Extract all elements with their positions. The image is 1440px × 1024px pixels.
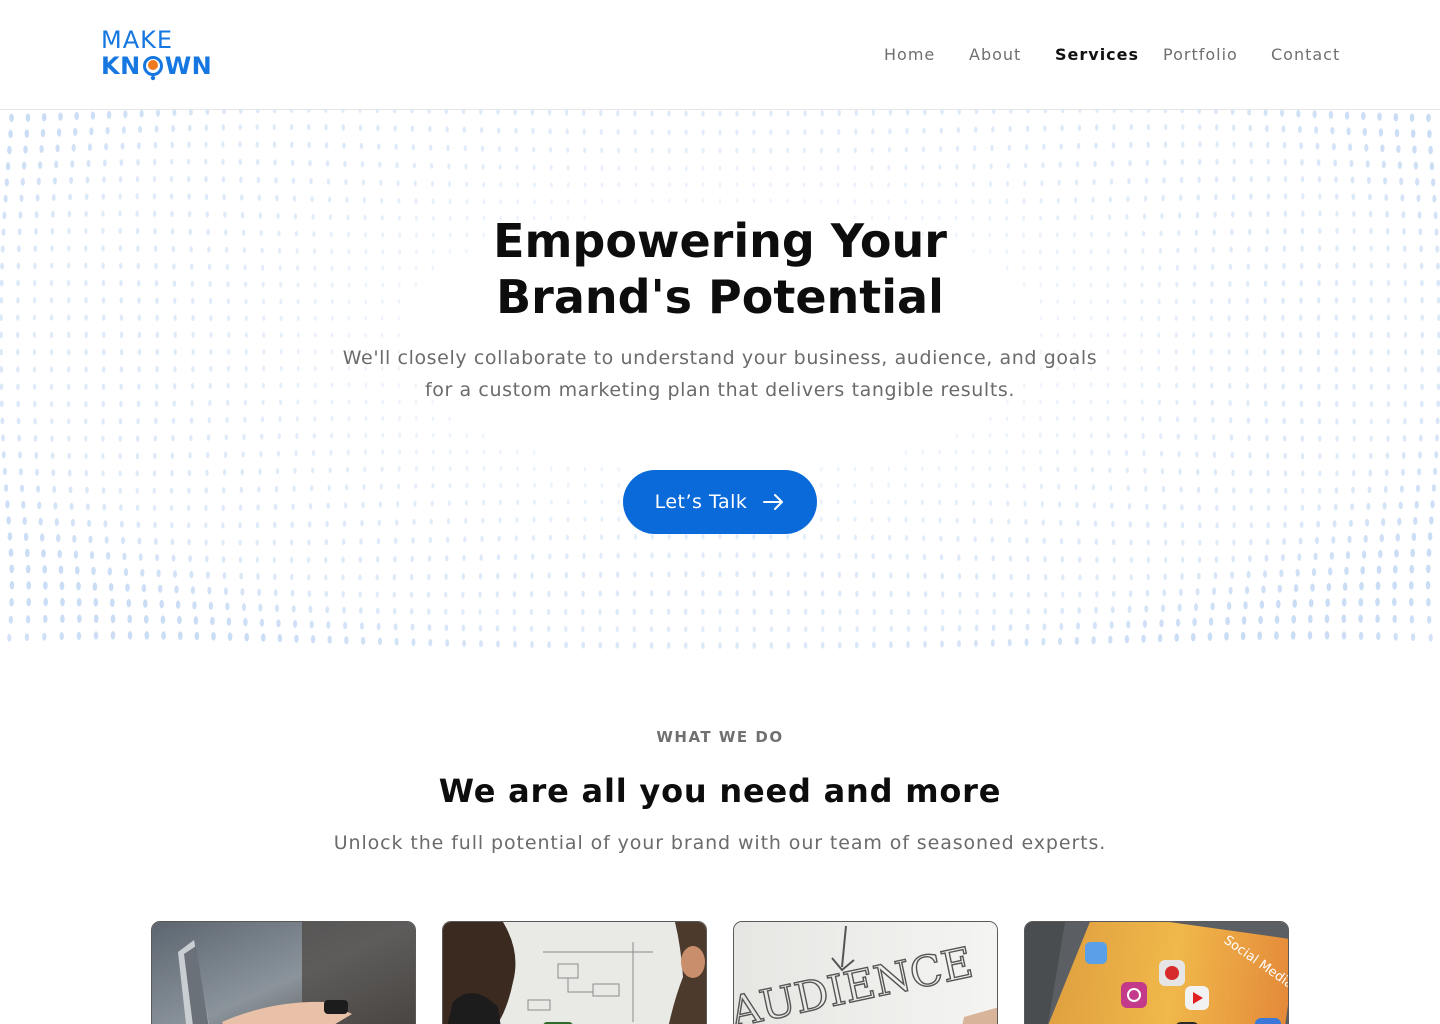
service-card-1[interactable] <box>151 921 416 1024</box>
section-eyebrow: WHAT WE DO <box>656 728 784 746</box>
logo-target-icon <box>142 55 164 81</box>
nav-home[interactable]: Home <box>884 45 935 67</box>
hero-subtitle-line2: for a custom marketing plan that deliver… <box>424 379 1016 401</box>
nav-about[interactable]: About <box>969 45 1021 67</box>
hero-title-line1: Empowering Your <box>493 214 947 268</box>
arrow-right-icon <box>763 494 784 510</box>
brand-logo[interactable]: MAKE KN WN <box>101 28 221 82</box>
section-title: We are all you need and more <box>438 772 1002 810</box>
hero-subtitle-line1: We'll closely collaborate to understand … <box>342 347 1098 369</box>
service-card-2[interactable] <box>442 921 707 1024</box>
nav-contact[interactable]: Contact <box>1271 45 1340 67</box>
service-card-4[interactable]: Social Media <box>1024 921 1289 1024</box>
logo-make-text: MAKE <box>101 26 174 54</box>
laptop-photo <box>152 922 415 1024</box>
nav-portfolio[interactable]: Portfolio <box>1163 45 1238 67</box>
nav-services[interactable]: Services <box>1055 45 1139 67</box>
lets-talk-button[interactable]: Let’s Talk <box>623 470 817 534</box>
logo-known-text: KN WN <box>101 52 213 81</box>
social-media-apps-photo: Social Media <box>1025 922 1288 1024</box>
hero-title-line2: Brand's Potential <box>496 270 944 324</box>
whiteboard-meeting-photo <box>443 922 706 1024</box>
site-header: MAKE KN WN Home About Services Portfolio … <box>0 0 1440 110</box>
lets-talk-label: Let’s Talk <box>654 491 748 513</box>
audience-sketch-photo: AUDIENCE <box>734 922 997 1024</box>
section-subtitle: Unlock the full potential of your brand … <box>333 832 1107 854</box>
service-card-3[interactable]: AUDIENCE <box>733 921 998 1024</box>
hero-section: Empowering Your Brand's Potential We'll … <box>0 110 1440 654</box>
